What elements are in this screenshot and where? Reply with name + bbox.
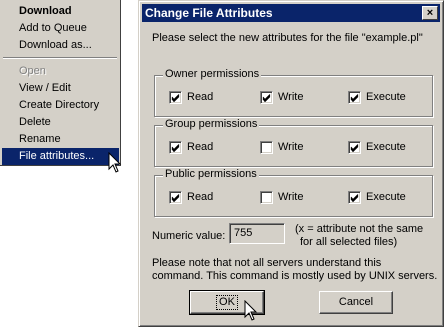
ok-button[interactable]: OK: [189, 290, 265, 315]
checkbox-box: [260, 190, 273, 204]
owner-permissions-legend: Owner permissions: [163, 68, 262, 80]
close-button[interactable]: ×: [422, 6, 438, 20]
dialog-titlebar[interactable]: Change File Attributes ×: [142, 4, 440, 22]
close-icon: ×: [426, 7, 434, 19]
owner-permissions-group: Owner permissions Read Write Execute: [154, 68, 433, 117]
checkmark-icon: [171, 193, 180, 202]
public-read-label: Read: [187, 191, 214, 203]
menu-separator: [3, 57, 117, 59]
numeric-hint-line2: for all selected files): [300, 236, 398, 248]
context-menu: Download Add to Queue Download as... Ope…: [0, 0, 121, 166]
dialog-title: Change File Attributes: [145, 6, 273, 20]
change-file-attributes-dialog: Change File Attributes × Please select t…: [138, 0, 444, 327]
checkbox-box: [169, 140, 182, 154]
cancel-button-label: Cancel: [338, 296, 374, 308]
owner-execute-label: Execute: [366, 91, 406, 103]
public-execute-checkbox[interactable]: Execute: [348, 189, 406, 205]
checkmark-icon: [171, 93, 180, 102]
checkmark-icon: [262, 93, 271, 102]
group-permissions-legend: Group permissions: [163, 118, 260, 130]
public-permissions-group: Public permissions Read Write Execute: [154, 168, 433, 217]
checkbox-box: [260, 90, 273, 104]
intro-text: Please select the new attributes for the…: [152, 32, 423, 44]
numeric-value-label: Numeric value:: [152, 230, 226, 242]
checkbox-box: [169, 190, 182, 204]
public-read-checkbox[interactable]: Read: [169, 189, 213, 205]
server-note-line2: command. This command is mostly used by …: [152, 270, 438, 282]
server-note: Please note that not all servers underst…: [152, 257, 437, 283]
public-permissions-legend: Public permissions: [163, 168, 259, 180]
menu-item-download[interactable]: Download: [2, 3, 119, 20]
public-write-label: Write: [278, 191, 304, 203]
owner-write-label: Write: [278, 91, 304, 103]
menu-item-file-attributes[interactable]: File attributes...: [2, 148, 119, 165]
group-write-checkbox[interactable]: Write: [260, 139, 303, 155]
group-permissions-group: Group permissions Read Write Execute: [154, 118, 433, 167]
group-read-checkbox[interactable]: Read: [169, 139, 213, 155]
ok-button-label: OK: [216, 295, 238, 310]
group-execute-label: Execute: [366, 141, 406, 153]
menu-item-create-directory[interactable]: Create Directory: [2, 97, 119, 114]
owner-read-checkbox[interactable]: Read: [169, 89, 213, 105]
group-read-label: Read: [187, 141, 214, 153]
menu-item-open: Open: [19, 65, 46, 77]
cancel-button[interactable]: Cancel: [319, 291, 393, 314]
numeric-hint-line1: (x = attribute not the same: [295, 223, 424, 235]
checkbox-box: [348, 190, 361, 204]
checkmark-icon: [350, 93, 359, 102]
menu-item-download-as[interactable]: Download as...: [2, 37, 119, 54]
checkbox-box: [348, 90, 361, 104]
public-execute-label: Execute: [366, 191, 406, 203]
menu-item-rename[interactable]: Rename: [2, 131, 119, 148]
checkbox-box: [169, 90, 182, 104]
owner-execute-checkbox[interactable]: Execute: [348, 89, 406, 105]
checkmark-icon: [171, 143, 180, 152]
group-execute-checkbox[interactable]: Execute: [348, 139, 406, 155]
menu-item-delete[interactable]: Delete: [2, 114, 119, 131]
public-write-checkbox[interactable]: Write: [260, 189, 303, 205]
checkmark-icon: [350, 143, 359, 152]
server-note-line1: Please note that not all servers underst…: [152, 257, 382, 269]
owner-write-checkbox[interactable]: Write: [260, 89, 303, 105]
group-write-label: Write: [278, 141, 304, 153]
checkbox-box: [348, 140, 361, 154]
checkbox-box: [260, 140, 273, 154]
menu-item-add-to-queue[interactable]: Add to Queue: [2, 20, 119, 37]
numeric-value-field[interactable]: 755: [229, 223, 285, 244]
numeric-hint: (x = attribute not the same for all sele…: [295, 223, 423, 249]
menu-item-view-edit[interactable]: View / Edit: [2, 80, 119, 97]
checkmark-icon: [350, 193, 359, 202]
owner-read-label: Read: [187, 91, 214, 103]
